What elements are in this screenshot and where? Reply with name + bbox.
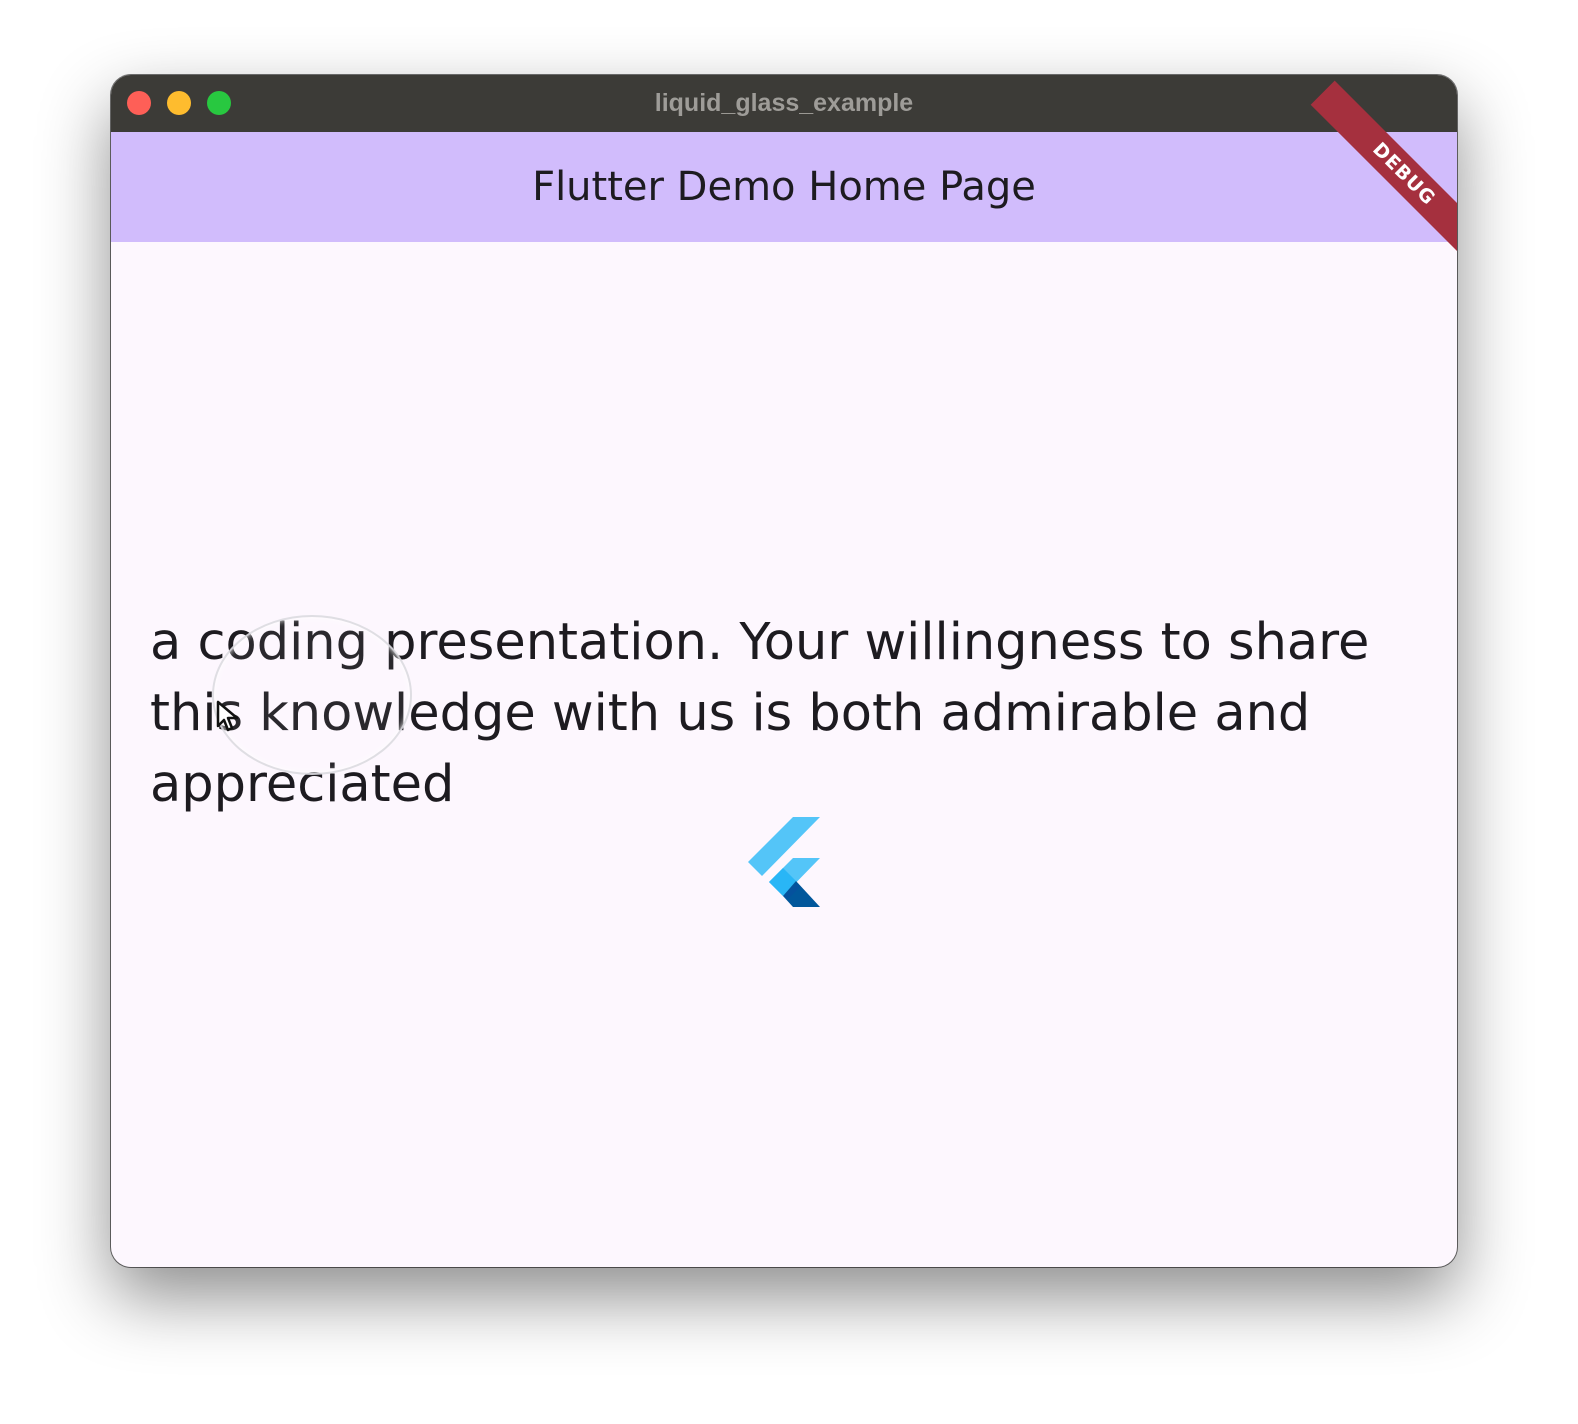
app-bar-title: Flutter Demo Home Page xyxy=(532,164,1036,210)
app-bar: Flutter Demo Home Page xyxy=(111,132,1457,242)
app-window: liquid_glass_example Flutter Demo Home P… xyxy=(111,75,1457,1267)
main-content: a coding presentation. Your willingness … xyxy=(111,242,1457,1267)
title-bar[interactable]: liquid_glass_example xyxy=(111,75,1457,132)
cursor-icon xyxy=(216,700,239,732)
window-title: liquid_glass_example xyxy=(654,89,914,117)
liquid-glass-lens[interactable] xyxy=(212,615,412,775)
flutter-logo-icon xyxy=(748,817,820,907)
